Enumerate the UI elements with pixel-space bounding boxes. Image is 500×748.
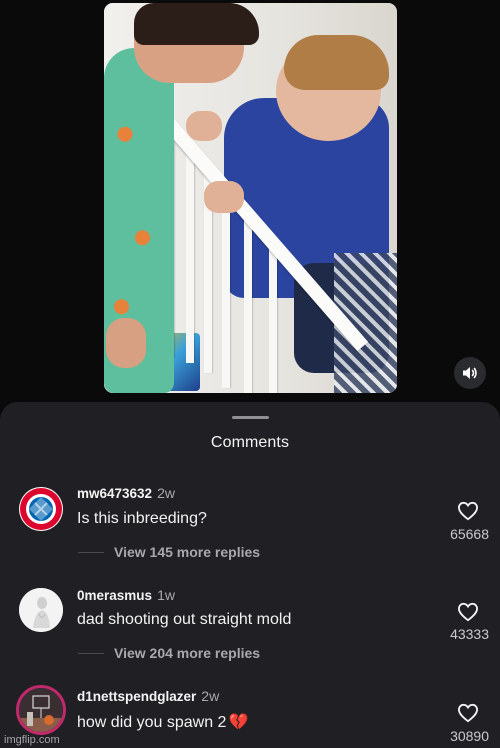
watermark: imgflip.com [4, 734, 60, 746]
video-frame[interactable] [104, 3, 397, 393]
comment-username[interactable]: 0merasmus [77, 588, 152, 603]
speaker-volume-icon [463, 367, 477, 379]
basketball-avatar-icon [19, 688, 63, 732]
comment-text: dad shooting out straight mold [77, 611, 292, 628]
crib-bar [222, 188, 230, 388]
comment-item: d1nettspendglazer 2w how did you spawn 2 💔… [0, 683, 500, 748]
heart-like-icon[interactable] [457, 602, 479, 622]
comment-header: d1nettspendglazer 2w [77, 688, 219, 704]
heart-like-icon[interactable] [457, 703, 479, 723]
child-left-hair [134, 3, 259, 45]
crib-bar [244, 213, 252, 393]
comment-text-body: how did you spawn 2 [77, 714, 227, 731]
comment-header: mw6473632 2w [77, 485, 175, 501]
like-count: 65668 [450, 526, 489, 542]
child-left-hand [106, 318, 146, 368]
comment-username[interactable]: mw6473632 [77, 486, 152, 501]
drag-handle[interactable] [232, 416, 269, 419]
crib-bar [269, 238, 277, 393]
view-replies-button[interactable]: View 204 more replies [77, 645, 260, 661]
comment-username[interactable]: d1nettspendglazer [77, 689, 196, 704]
comment-item: mw6473632 2w Is this inbreeding? View 145… [0, 480, 500, 580]
comment-text: Is this inbreeding? [77, 510, 207, 527]
avatar[interactable] [19, 487, 63, 531]
child-right-hair [284, 35, 389, 90]
comments-title: Comments [210, 434, 290, 451]
bayern-munchen-crest-icon [20, 488, 62, 530]
comment-text: how did you spawn 2 💔 [77, 712, 248, 732]
like-count: 30890 [450, 728, 489, 744]
comment-time: 2w [157, 485, 175, 501]
comment-time: 1w [157, 587, 175, 603]
video-player[interactable] [0, 0, 500, 398]
heart-like-icon[interactable] [457, 501, 479, 521]
comment-item: 0merasmus 1w dad shooting out straight mo… [0, 582, 500, 682]
comments-sheet: Comments mw6473632 2w Is this inbreeding?… [0, 402, 500, 748]
avatar[interactable] [19, 588, 63, 632]
comment-header: 0merasmus 1w [77, 587, 175, 603]
like-count: 43333 [450, 626, 489, 642]
broken-heart-emoji: 💔 [228, 714, 249, 731]
comment-time: 2w [201, 688, 220, 704]
avatar[interactable] [16, 685, 66, 735]
statue-avatar-icon [19, 588, 63, 632]
view-replies-button[interactable]: View 145 more replies [77, 544, 260, 560]
child-right-hand [204, 181, 244, 213]
child-right-hand [186, 111, 222, 141]
sound-toggle-button[interactable] [454, 357, 486, 389]
crib-bar [186, 148, 194, 363]
